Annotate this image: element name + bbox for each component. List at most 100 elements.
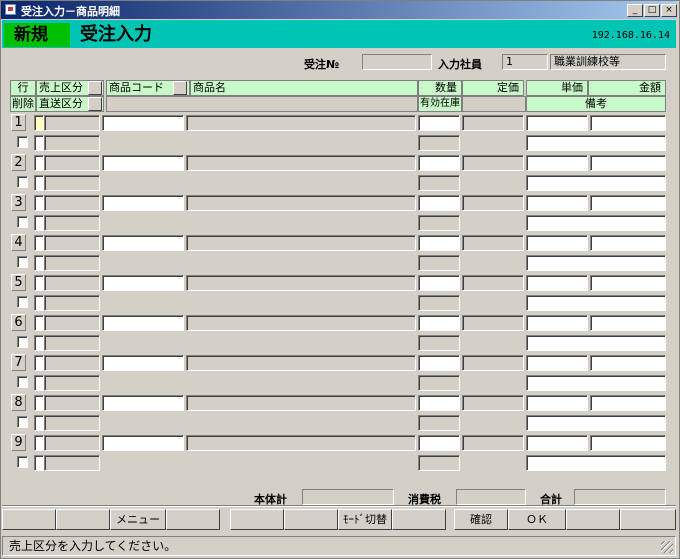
function-key-11[interactable]	[566, 509, 620, 530]
sales-type-input[interactable]	[34, 395, 44, 411]
amount-input[interactable]	[590, 395, 666, 411]
amount-input[interactable]	[590, 275, 666, 291]
product-code-input[interactable]	[102, 235, 184, 251]
remarks-input[interactable]	[526, 255, 666, 271]
product-code-input[interactable]	[102, 275, 184, 291]
sales-type-name	[44, 315, 100, 331]
list-price-field	[462, 195, 524, 211]
amount-input[interactable]	[590, 235, 666, 251]
function-key-5[interactable]	[230, 509, 284, 530]
unit-price-input[interactable]	[526, 315, 588, 331]
quantity-input[interactable]	[418, 115, 460, 131]
remarks-input[interactable]	[526, 295, 666, 311]
close-button[interactable]: ×	[661, 4, 677, 17]
product-code-input[interactable]	[102, 395, 184, 411]
quantity-input[interactable]	[418, 275, 460, 291]
title-bar[interactable]: 受注入力－商品明細 _ □ ×	[1, 1, 677, 19]
direct-ship-input[interactable]	[34, 415, 44, 431]
delete-checkbox[interactable]	[17, 416, 28, 428]
unit-price-input[interactable]	[526, 275, 588, 291]
amount-input[interactable]	[590, 115, 666, 131]
delete-checkbox[interactable]	[17, 296, 28, 308]
sales-type-input[interactable]	[34, 355, 44, 371]
product-lookup-button[interactable]	[173, 81, 187, 95]
quantity-input[interactable]	[418, 235, 460, 251]
function-key-6[interactable]	[284, 509, 338, 530]
direct-ship-input[interactable]	[34, 455, 44, 471]
stock-field	[418, 335, 460, 351]
amount-input[interactable]	[590, 155, 666, 171]
remarks-input[interactable]	[526, 215, 666, 231]
quantity-input[interactable]	[418, 315, 460, 331]
product-code-input[interactable]	[102, 155, 184, 171]
sales-type-name	[44, 115, 100, 131]
stock-field	[418, 175, 460, 191]
function-key-7[interactable]: ﾓｰﾄﾞ切替	[338, 509, 392, 530]
quantity-input[interactable]	[418, 155, 460, 171]
direct-ship-input[interactable]	[34, 255, 44, 271]
function-key-4[interactable]	[166, 509, 220, 530]
direct-ship-input[interactable]	[34, 375, 44, 391]
remarks-input[interactable]	[526, 175, 666, 191]
resize-grip[interactable]	[661, 541, 673, 553]
unit-price-input[interactable]	[526, 195, 588, 211]
direct-ship-input[interactable]	[34, 215, 44, 231]
unit-price-input[interactable]	[526, 355, 588, 371]
direct-ship-input[interactable]	[34, 135, 44, 151]
product-code-input[interactable]	[102, 195, 184, 211]
delete-checkbox[interactable]	[17, 456, 28, 468]
direct-ship-input[interactable]	[34, 335, 44, 351]
quantity-input[interactable]	[418, 195, 460, 211]
amount-input[interactable]	[590, 195, 666, 211]
direct-ship-input[interactable]	[34, 295, 44, 311]
sales-type-name	[44, 235, 100, 251]
delete-checkbox[interactable]	[17, 176, 28, 188]
delete-checkbox[interactable]	[17, 216, 28, 228]
product-code-input[interactable]	[102, 355, 184, 371]
function-key-12[interactable]	[620, 509, 676, 530]
sales-type-input[interactable]	[34, 195, 44, 211]
unit-price-input[interactable]	[526, 395, 588, 411]
amount-input[interactable]	[590, 435, 666, 451]
remarks-input[interactable]	[526, 135, 666, 151]
minimize-button[interactable]: _	[627, 4, 643, 17]
function-key-3[interactable]: メニュー	[110, 509, 166, 530]
function-key-8[interactable]	[392, 509, 446, 530]
col-stock: 有効在庫	[418, 96, 462, 112]
quantity-input[interactable]	[418, 355, 460, 371]
maximize-button[interactable]: □	[644, 4, 660, 17]
app-icon[interactable]	[5, 4, 16, 15]
delete-checkbox[interactable]	[17, 336, 28, 348]
sales-type-input[interactable]	[34, 155, 44, 171]
sales-type-lookup-button[interactable]	[88, 81, 102, 95]
remarks-input[interactable]	[526, 415, 666, 431]
function-key-2[interactable]	[56, 509, 110, 530]
amount-input[interactable]	[590, 315, 666, 331]
remarks-input[interactable]	[526, 375, 666, 391]
remarks-input[interactable]	[526, 335, 666, 351]
product-code-input[interactable]	[102, 435, 184, 451]
unit-price-input[interactable]	[526, 155, 588, 171]
delete-checkbox[interactable]	[17, 376, 28, 388]
delete-checkbox[interactable]	[17, 256, 28, 268]
product-code-input[interactable]	[102, 315, 184, 331]
quantity-input[interactable]	[418, 435, 460, 451]
sales-type-input[interactable]	[34, 315, 44, 331]
unit-price-input[interactable]	[526, 235, 588, 251]
delete-checkbox[interactable]	[17, 136, 28, 148]
remarks-input[interactable]	[526, 455, 666, 471]
direct-ship-input[interactable]	[34, 175, 44, 191]
sales-type-input[interactable]	[34, 235, 44, 251]
function-key-1[interactable]	[2, 509, 56, 530]
product-code-input[interactable]	[102, 115, 184, 131]
sales-type-input[interactable]	[34, 275, 44, 291]
sales-type-input[interactable]	[34, 115, 44, 131]
unit-price-input[interactable]	[526, 435, 588, 451]
function-key-10[interactable]: ＯＫ	[508, 509, 566, 530]
direct-ship-lookup-button[interactable]	[88, 97, 102, 111]
sales-type-input[interactable]	[34, 435, 44, 451]
quantity-input[interactable]	[418, 395, 460, 411]
amount-input[interactable]	[590, 355, 666, 371]
unit-price-input[interactable]	[526, 115, 588, 131]
function-key-9[interactable]: 確認	[454, 509, 508, 530]
